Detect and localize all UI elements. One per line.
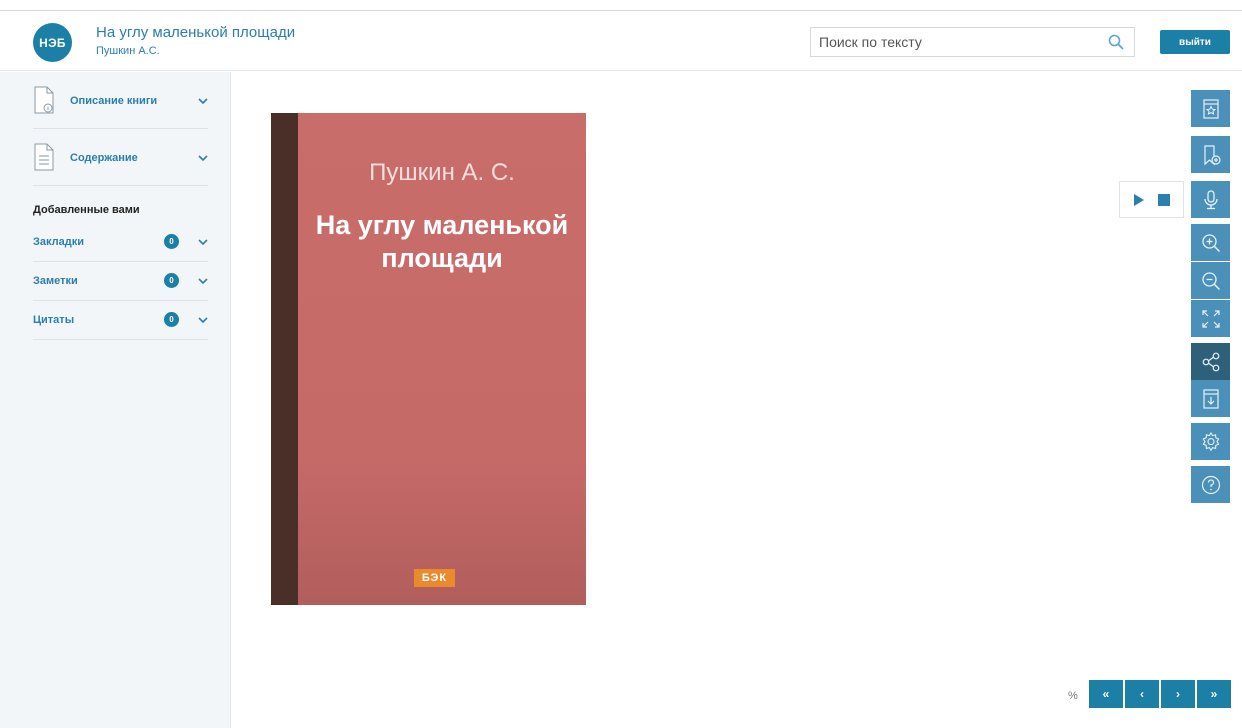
sidebar: Описание книги Содержание Добавленные ва… xyxy=(0,72,231,728)
search-input[interactable] xyxy=(811,28,1101,56)
last-page-button[interactable]: » xyxy=(1197,680,1231,708)
collection-label: Цитаты xyxy=(33,314,75,326)
first-page-button[interactable]: « xyxy=(1089,680,1123,708)
help-button[interactable] xyxy=(1191,466,1230,503)
download-icon xyxy=(1202,388,1219,409)
publisher-badge: БЭК xyxy=(414,569,455,587)
search-box xyxy=(810,27,1135,57)
document-list-icon xyxy=(34,143,54,171)
zoom-out-button[interactable] xyxy=(1191,262,1230,299)
fullscreen-button[interactable] xyxy=(1191,300,1230,337)
collection-label: Заметки xyxy=(33,275,78,287)
book-title: На углу маленькой площади xyxy=(96,24,296,41)
prev-page-button[interactable]: ‹ xyxy=(1125,680,1159,708)
chevron-down-icon[interactable] xyxy=(198,98,208,104)
voice-button[interactable] xyxy=(1191,181,1230,218)
search-icon[interactable] xyxy=(1108,34,1124,50)
sidebar-item-bookmarks[interactable]: Закладки 0 xyxy=(33,225,208,262)
count-badge: 0 xyxy=(164,234,179,249)
play-icon[interactable] xyxy=(1133,194,1144,206)
download-button[interactable] xyxy=(1191,380,1230,417)
next-page-button[interactable]: › xyxy=(1161,680,1195,708)
sidebar-item-label: Описание книги xyxy=(70,95,158,107)
zoom-in-button[interactable] xyxy=(1191,224,1230,261)
cover-title: На углу маленькой площади xyxy=(315,210,569,273)
settings-icon xyxy=(1202,431,1219,451)
stop-icon[interactable] xyxy=(1158,194,1170,206)
bookmark-button[interactable] xyxy=(1191,90,1230,127)
header: НЭБ На углу маленькой площади Пушкин А.С… xyxy=(0,11,1242,71)
microphone-icon xyxy=(1203,189,1218,209)
chevron-down-icon[interactable] xyxy=(198,278,208,284)
count-badge: 0 xyxy=(164,273,179,288)
zoom-out-icon xyxy=(1201,271,1220,290)
count-badge: 0 xyxy=(164,312,179,327)
zoom-percent: % xyxy=(1068,690,1078,702)
book-cover: Пушкин А. С. На углу маленькой площади Б… xyxy=(271,113,586,605)
cover-author: Пушкин А. С. xyxy=(369,159,515,186)
added-by-you-heading: Добавленные вами xyxy=(33,204,140,216)
sidebar-item-label: Содержание xyxy=(70,152,138,164)
sidebar-item-notes[interactable]: Заметки 0 xyxy=(33,263,208,301)
exit-button[interactable]: выйти xyxy=(1160,30,1230,54)
chevron-down-icon[interactable] xyxy=(198,155,208,161)
share-icon xyxy=(1202,352,1219,371)
sidebar-item-contents[interactable]: Содержание xyxy=(33,143,208,186)
book-spine xyxy=(271,113,298,605)
chevron-down-icon[interactable] xyxy=(198,317,208,323)
document-info-icon xyxy=(34,86,54,114)
chevron-down-icon[interactable] xyxy=(198,239,208,245)
fullscreen-icon xyxy=(1201,309,1220,328)
add-bookmark-button[interactable] xyxy=(1191,136,1230,173)
audio-player xyxy=(1119,181,1184,218)
sidebar-item-description[interactable]: Описание книги xyxy=(33,86,208,129)
settings-button[interactable] xyxy=(1191,423,1230,460)
bookmark-icon xyxy=(1202,98,1219,119)
book-author: Пушкин А.С. xyxy=(96,45,160,57)
collection-label: Закладки xyxy=(33,236,85,248)
neb-logo[interactable]: НЭБ xyxy=(33,23,72,62)
zoom-in-icon xyxy=(1201,233,1220,252)
sidebar-item-quotes[interactable]: Цитаты 0 xyxy=(33,302,208,340)
help-icon xyxy=(1201,475,1220,494)
share-button[interactable] xyxy=(1191,343,1230,380)
add-bookmark-icon xyxy=(1203,144,1221,165)
